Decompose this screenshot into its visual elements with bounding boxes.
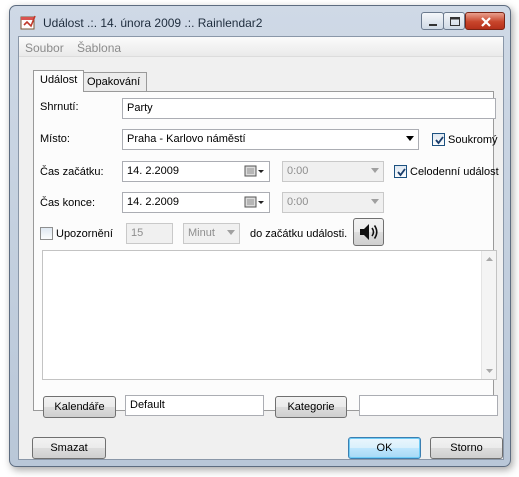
alarm-checkbox[interactable] bbox=[40, 227, 53, 240]
menu-sablona[interactable]: Šablona bbox=[77, 41, 121, 55]
start-date-picker[interactable]: 14. 2.2009 bbox=[122, 161, 270, 182]
start-date-value: 14. 2.2009 bbox=[127, 165, 179, 177]
calendar-app-icon bbox=[20, 14, 37, 30]
alarm-unit-value: Minut bbox=[188, 227, 215, 239]
summary-field[interactable]: Party bbox=[122, 98, 496, 119]
alarm-suffix-label: do začátku události. bbox=[250, 228, 348, 240]
sound-button[interactable] bbox=[353, 218, 384, 246]
start-time-label: Čas začátku: bbox=[40, 166, 104, 178]
end-time-field[interactable]: 0:00 bbox=[282, 192, 384, 213]
cancel-button[interactable]: Storno bbox=[430, 437, 503, 459]
chevron-down-icon bbox=[371, 168, 379, 173]
title-bar[interactable]: Událost .:. 14. února 2009 .:. Rainlenda… bbox=[10, 6, 510, 36]
dialog-window: Událost .:. 14. února 2009 .:. Rainlenda… bbox=[9, 5, 511, 467]
end-time-label: Čas konce: bbox=[40, 197, 96, 209]
minimize-button[interactable] bbox=[421, 12, 444, 30]
categories-field[interactable] bbox=[359, 395, 498, 416]
calendar-dropdown-icon[interactable] bbox=[244, 165, 266, 178]
delete-button[interactable]: Smazat bbox=[32, 437, 106, 459]
tab-opakovani[interactable]: Opakování bbox=[80, 72, 148, 92]
all-day-checkbox[interactable] bbox=[394, 165, 407, 178]
private-checkbox[interactable] bbox=[432, 133, 445, 146]
location-combo[interactable]: Praha - Karlovo náměstí bbox=[122, 129, 419, 150]
speaker-icon bbox=[360, 224, 378, 240]
end-time-value: 0:00 bbox=[287, 196, 309, 208]
window-title: Událost .:. 14. února 2009 .:. Rainlenda… bbox=[43, 16, 263, 30]
ok-button[interactable]: OK bbox=[348, 437, 421, 459]
chevron-down-icon bbox=[371, 199, 379, 204]
chevron-down-icon bbox=[406, 136, 414, 141]
dialog-client-area: Soubor Šablona Událost Opakování Shrnutí… bbox=[18, 36, 504, 460]
chevron-down-icon bbox=[227, 230, 235, 235]
start-time-value: 0:00 bbox=[287, 165, 309, 177]
calendars-button[interactable]: Kalendáře bbox=[43, 396, 116, 418]
calendar-dropdown-icon[interactable] bbox=[244, 196, 266, 209]
alarm-label: Upozornění bbox=[56, 228, 113, 240]
description-textarea[interactable] bbox=[42, 250, 497, 380]
summary-label: Shrnutí: bbox=[40, 101, 79, 113]
all-day-label: Celodenní událost bbox=[410, 166, 499, 178]
menu-soubor[interactable]: Soubor bbox=[25, 41, 64, 55]
location-value: Praha - Karlovo náměstí bbox=[127, 133, 246, 145]
categories-button[interactable]: Kategorie bbox=[275, 396, 347, 418]
menu-bar: Soubor Šablona bbox=[19, 37, 503, 57]
tab-udalost[interactable]: Událost bbox=[33, 70, 85, 92]
end-date-picker[interactable]: 14. 2.2009 bbox=[122, 192, 270, 213]
maximize-button[interactable] bbox=[443, 12, 465, 30]
alarm-amount-field[interactable]: 15 bbox=[126, 223, 173, 244]
location-label: Místo: bbox=[40, 133, 70, 145]
start-time-field[interactable]: 0:00 bbox=[282, 161, 384, 182]
private-label: Soukromý bbox=[448, 134, 498, 146]
close-window-button[interactable] bbox=[465, 12, 505, 30]
description-scrollbar[interactable] bbox=[481, 251, 496, 379]
end-date-value: 14. 2.2009 bbox=[127, 196, 179, 208]
alarm-unit-select[interactable]: Minut bbox=[183, 223, 240, 244]
calendar-field[interactable]: Default bbox=[125, 395, 264, 416]
